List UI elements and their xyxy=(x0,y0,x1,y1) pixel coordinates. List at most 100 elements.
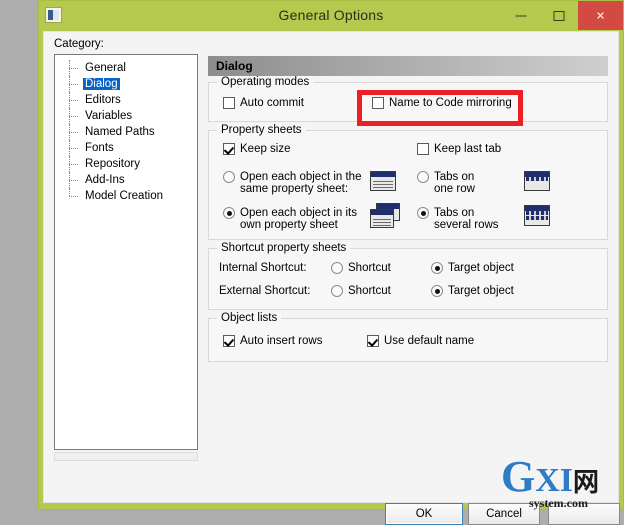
tree-item-label: Add-Ins xyxy=(85,174,125,186)
radio-circle xyxy=(417,171,429,183)
radio-circle xyxy=(331,285,343,297)
preview-tabs-row2 xyxy=(526,216,548,220)
open-own-line2: own property sheet xyxy=(240,219,338,231)
checkbox-box xyxy=(372,97,384,109)
auto-commit-label: Auto commit xyxy=(240,97,304,109)
name-to-code-mirroring-label: Name to Code mirroring xyxy=(389,97,512,109)
maximize-button[interactable] xyxy=(540,1,578,30)
group-shortcut-property-sheets: Shortcut property sheets Internal Shortc… xyxy=(208,242,608,310)
tree-dash xyxy=(69,68,78,70)
close-button[interactable]: × xyxy=(578,1,623,30)
open-same-line1: Open each object in the xyxy=(240,171,362,183)
category-label: Category: xyxy=(54,38,104,50)
radio-circle xyxy=(331,262,343,274)
tree-item-editors[interactable]: Editors xyxy=(55,92,197,108)
radio-circle xyxy=(417,207,429,219)
ok-button[interactable]: OK xyxy=(385,503,463,525)
auto-insert-rows-label: Auto insert rows xyxy=(240,335,323,347)
options-window: General Options × Category: General Dial… xyxy=(38,0,624,525)
checkbox-box xyxy=(417,143,429,155)
tree-item-general[interactable]: General xyxy=(55,60,197,76)
tree-item-model-creation[interactable]: Model Creation xyxy=(55,188,197,204)
preview-line xyxy=(373,225,391,226)
tabs-several-rows-line1: Tabs on xyxy=(434,207,475,219)
internal-target-object-label: Target object xyxy=(448,262,514,274)
group-title: Object lists xyxy=(217,312,282,324)
preview-window xyxy=(370,171,396,191)
tree-item-fonts[interactable]: Fonts xyxy=(55,140,197,156)
external-shortcut-label: External Shortcut: xyxy=(219,285,311,297)
tree-dash xyxy=(69,164,78,166)
open-same-line2: same property sheet: xyxy=(240,183,349,195)
open-same-property-sheet-radio[interactable]: Open each object in the same property sh… xyxy=(223,171,361,195)
tree-item-dialog[interactable]: Dialog xyxy=(55,76,197,92)
preview-line xyxy=(373,187,393,188)
tree-item-repository[interactable]: Repository xyxy=(55,156,197,172)
tree-dash xyxy=(69,84,78,86)
group-title: Operating modes xyxy=(217,76,314,88)
screen: General Options × Category: General Dial… xyxy=(0,0,624,525)
tree-dash xyxy=(69,180,78,182)
checkbox-box xyxy=(367,335,379,347)
keep-last-tab-checkbox[interactable]: Keep last tab xyxy=(417,143,501,156)
radio-circle xyxy=(223,171,235,183)
cancel-button[interactable]: Cancel xyxy=(468,503,540,525)
title-bar[interactable]: General Options × xyxy=(39,1,623,31)
tree-dash xyxy=(69,116,78,118)
keep-last-tab-label: Keep last tab xyxy=(434,143,502,155)
tabs-one-row-line2: one row xyxy=(434,183,475,195)
preview-tabs xyxy=(526,177,548,181)
open-own-property-sheet-radio[interactable]: Open each object in its own property she… xyxy=(223,207,357,231)
use-default-name-label: Use default name xyxy=(384,335,475,347)
category-tree[interactable]: General Dialog Editors Variables Named P… xyxy=(54,54,198,450)
auto-commit-checkbox[interactable]: Auto commit xyxy=(223,97,304,110)
tree-item-label: General xyxy=(85,62,126,74)
pane-header-title: Dialog xyxy=(208,56,608,76)
open-own-line1: Open each object in its xyxy=(240,207,357,219)
preview-titlebar xyxy=(371,172,395,177)
preview-line xyxy=(373,222,391,223)
tree-item-label: Variables xyxy=(85,110,133,122)
external-target-object-radio[interactable]: Target object xyxy=(431,285,514,298)
preview-line xyxy=(373,184,393,185)
name-to-code-mirroring-checkbox[interactable]: Name to Code mirroring xyxy=(372,97,512,110)
auto-insert-rows-checkbox[interactable]: Auto insert rows xyxy=(223,335,322,348)
preview-line xyxy=(373,219,391,220)
external-shortcut-radio[interactable]: Shortcut xyxy=(331,285,391,298)
tree-item-label: Dialog xyxy=(83,78,120,90)
tree-dash xyxy=(69,100,78,102)
group-property-sheets: Property sheets Keep size Keep last tab … xyxy=(208,124,608,240)
tree-item-named-paths[interactable]: Named Paths xyxy=(55,124,197,140)
tabs-several-rows-radio[interactable]: Tabs on several rows xyxy=(417,207,499,231)
radio-circle xyxy=(431,285,443,297)
tree-item-label: Model Creation xyxy=(85,190,163,202)
tabs-several-rows-line2: several rows xyxy=(434,219,499,231)
tabs-one-row-preview-icon xyxy=(524,171,550,192)
tree-item-label: Editors xyxy=(85,94,121,106)
tree-item-label: Fonts xyxy=(85,142,114,154)
open-own-label: Open each object in its own property she… xyxy=(223,207,357,231)
tree-item-label: Repository xyxy=(85,158,140,170)
preview-line xyxy=(373,181,393,182)
checkbox-box xyxy=(223,335,235,347)
preview-window xyxy=(524,205,550,226)
maximize-icon xyxy=(553,10,565,21)
internal-shortcut-radio[interactable]: Shortcut xyxy=(331,262,391,275)
close-icon: × xyxy=(596,7,605,24)
minimize-button[interactable] xyxy=(502,1,540,30)
tree-dash xyxy=(69,132,78,134)
internal-target-object-radio[interactable]: Target object xyxy=(431,262,514,275)
keep-size-checkbox[interactable]: Keep size xyxy=(223,143,291,156)
tree-item-add-ins[interactable]: Add-Ins xyxy=(55,172,197,188)
preview-tabs-row1 xyxy=(526,211,548,215)
tabs-several-rows-label: Tabs on several rows xyxy=(417,207,499,231)
use-default-name-checkbox[interactable]: Use default name xyxy=(367,335,474,348)
internal-shortcut-label: Internal Shortcut: xyxy=(219,262,307,274)
tabs-one-row-radio[interactable]: Tabs on one row xyxy=(417,171,475,195)
third-button[interactable] xyxy=(548,503,620,525)
checkbox-box xyxy=(223,97,235,109)
tree-horizontal-scrollbar[interactable] xyxy=(54,452,198,461)
property-sheet-single-preview-icon xyxy=(370,171,396,192)
group-operating-modes: Operating modes Auto commit Name to Code… xyxy=(208,76,608,126)
tree-item-variables[interactable]: Variables xyxy=(55,108,197,124)
